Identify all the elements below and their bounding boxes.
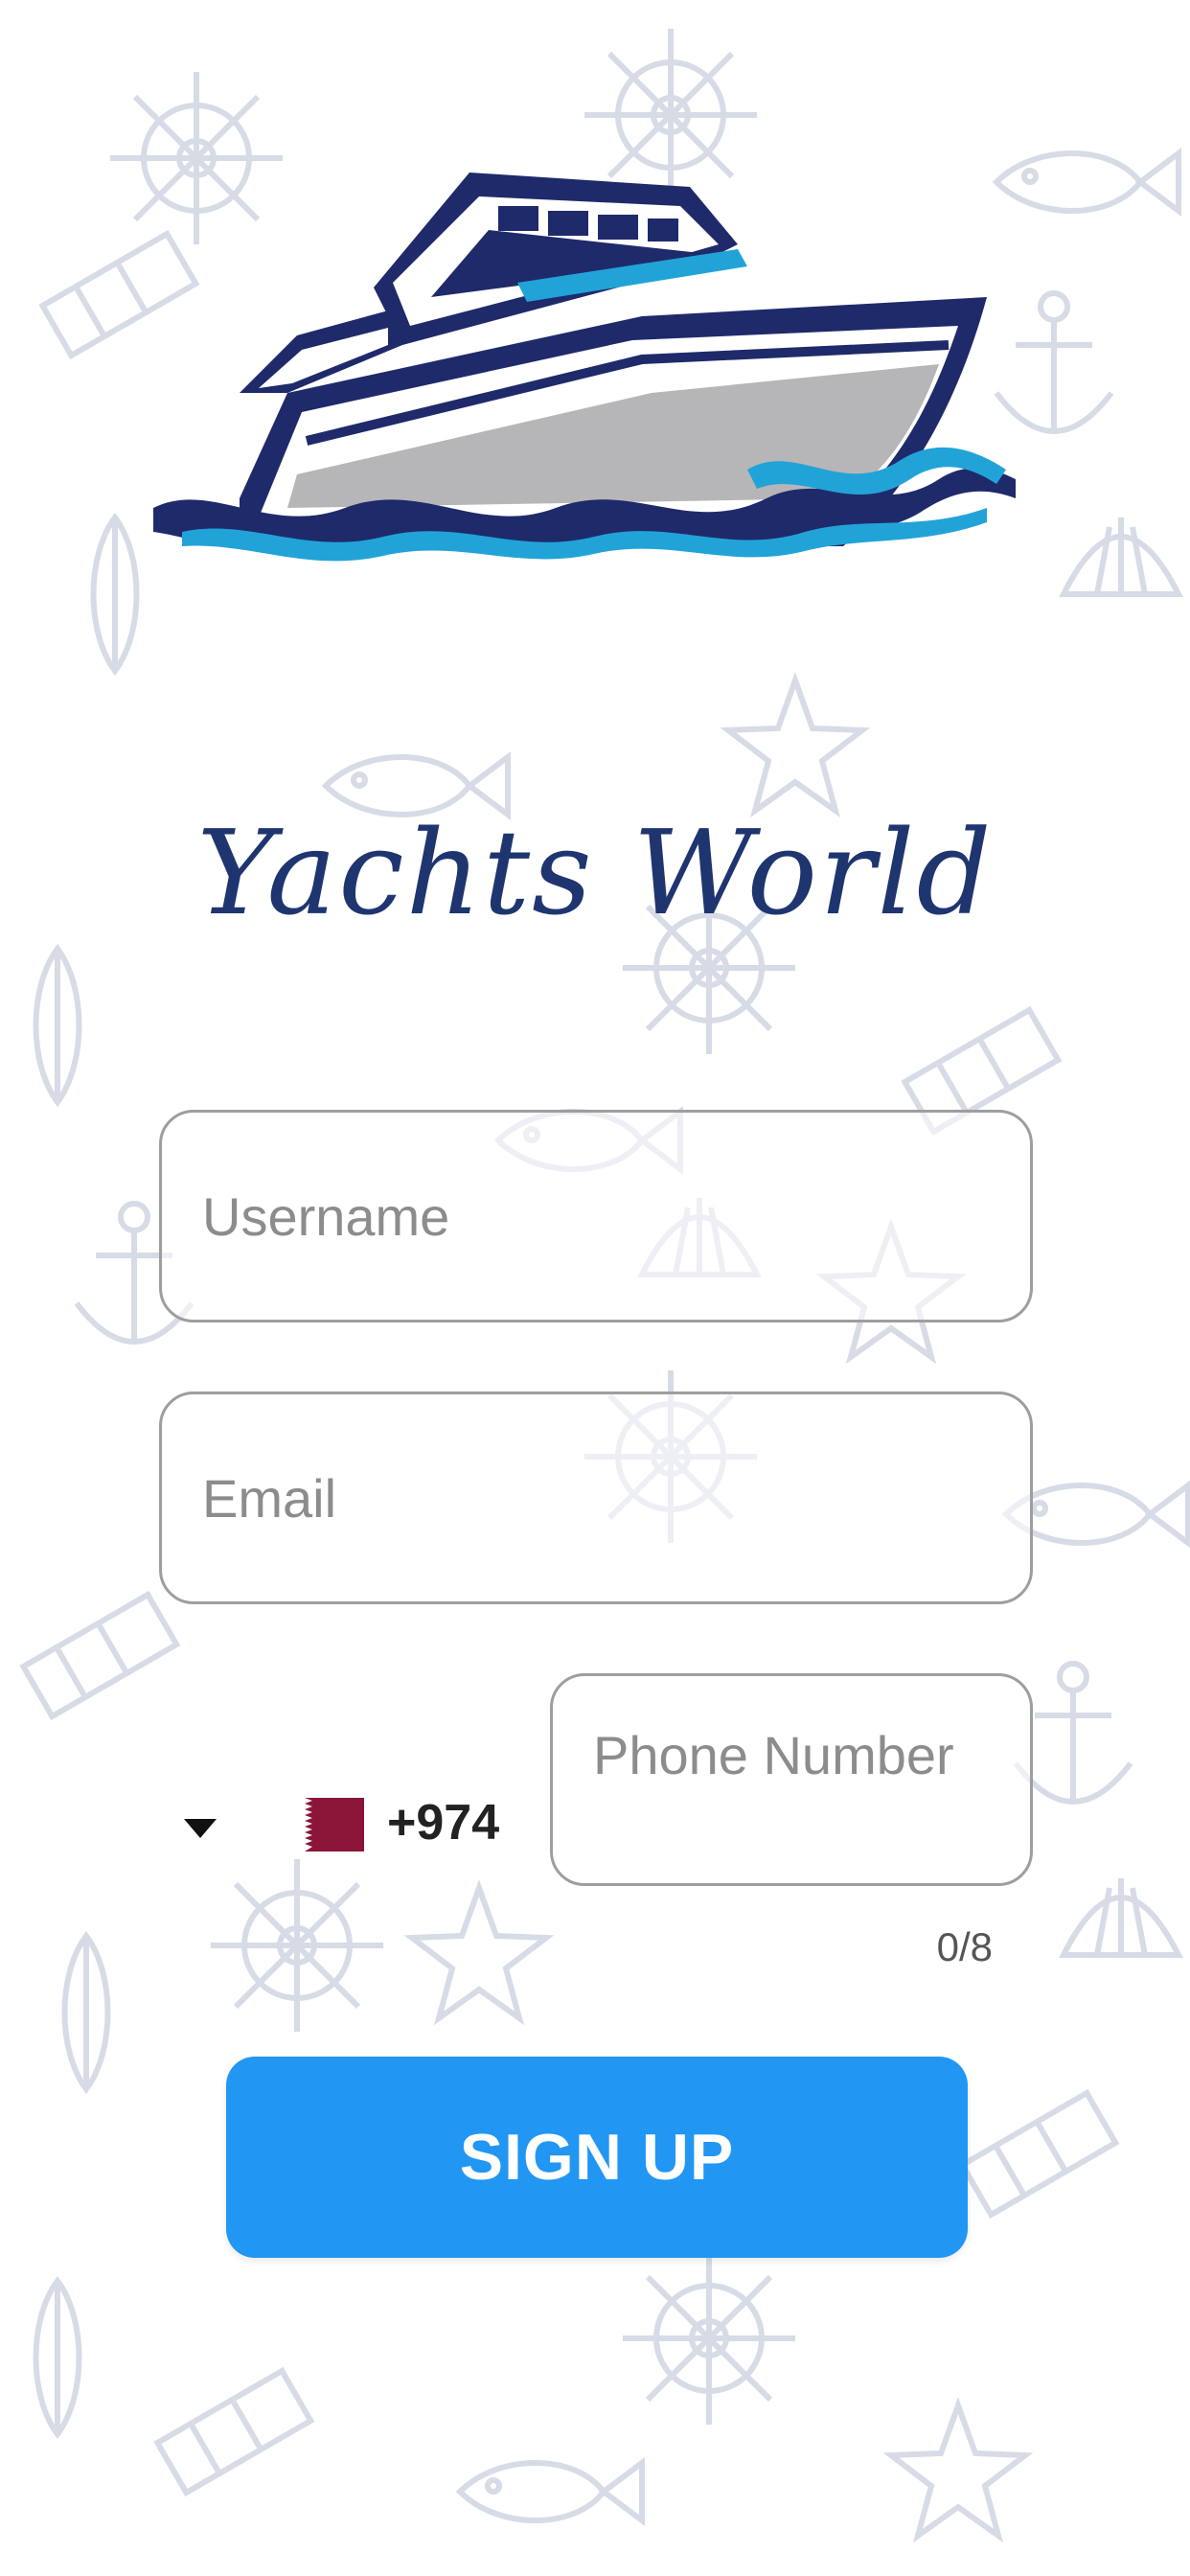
phone-number-input[interactable]	[553, 1676, 1030, 1883]
username-field[interactable]	[159, 1110, 1033, 1322]
country-code-picker[interactable]: +974	[172, 1788, 517, 1867]
email-field[interactable]	[159, 1392, 1033, 1604]
phone-number-field[interactable]	[550, 1673, 1033, 1886]
caret-down-icon[interactable]	[184, 1819, 217, 1838]
email-input[interactable]	[162, 1394, 1030, 1601]
country-dial-code: +974	[387, 1795, 500, 1851]
sign-up-button[interactable]: SIGN UP	[226, 2057, 968, 2258]
phone-character-counter: 0/8	[936, 1924, 993, 1969]
username-input[interactable]	[162, 1113, 1030, 1320]
qatar-flag-icon	[284, 1798, 364, 1852]
app-title: Yachts World	[196, 805, 994, 941]
yacht-logo	[153, 172, 1016, 562]
